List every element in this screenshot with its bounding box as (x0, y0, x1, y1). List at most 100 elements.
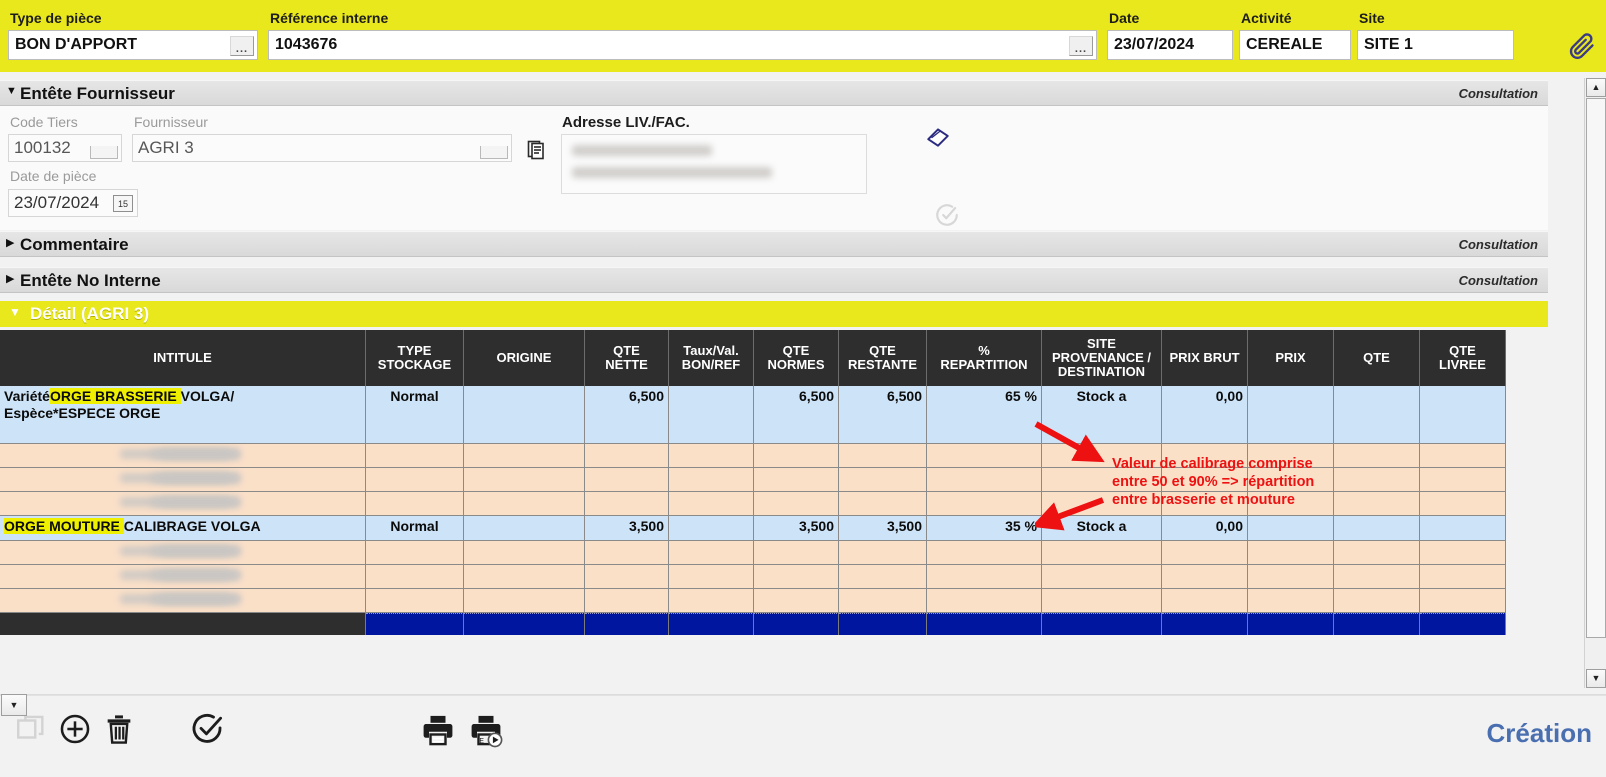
grid-cell-site_provenance[interactable] (1042, 468, 1162, 492)
grid-cell-qte_normes[interactable] (754, 541, 839, 565)
table-row[interactable] (0, 468, 1506, 492)
grid-cell-qte_restante[interactable] (839, 468, 927, 492)
grid-cell-origine[interactable] (464, 444, 585, 468)
grid-cell-qte_restante[interactable] (839, 565, 927, 589)
grid-column-header-qte_livree[interactable]: QTE LIVREE (1420, 330, 1506, 386)
copy-pages-icon[interactable] (526, 138, 550, 162)
grid-cell-qte_restante[interactable] (839, 492, 927, 516)
grid-cell-pct_repartition[interactable] (927, 444, 1042, 468)
grid-cell-qte_normes[interactable] (754, 589, 839, 613)
grid-cell-qte_livree[interactable] (1420, 468, 1506, 492)
grid-cell-qte_nette[interactable] (585, 541, 669, 565)
grid-cell-intitule[interactable] (0, 565, 366, 589)
table-row[interactable] (0, 565, 1506, 589)
grid-cell-prix_brut[interactable] (1162, 589, 1248, 613)
grid-cell-qte_livree[interactable] (1420, 541, 1506, 565)
grid-cell-qte_normes[interactable]: 3,500 (754, 516, 839, 541)
grid-cell-intitule[interactable]: VariétéORGE BRASSERIE VOLGA/Espèce*ESPEC… (0, 386, 366, 444)
grid-cell-qte_livree[interactable] (1420, 565, 1506, 589)
grid-cell-site_provenance[interactable]: Stock a (1042, 516, 1162, 541)
grid-cell-prix_brut[interactable] (1162, 468, 1248, 492)
grid-cell-intitule[interactable]: ORGE MOUTURE CALIBRAGE VOLGA (0, 516, 366, 541)
grid-cell-qte_livree[interactable] (1420, 444, 1506, 468)
grid-cell-intitule[interactable] (0, 492, 366, 516)
grid-column-header-pct_repartition[interactable]: % REPARTITION (927, 330, 1042, 386)
printer-play-icon[interactable]: E (468, 712, 504, 753)
code-tiers-input[interactable]: 100132 (8, 134, 122, 162)
site-input[interactable]: SITE 1 (1357, 30, 1514, 60)
section-header-entete-no-interne[interactable]: ▶ Entête No Interne Consultation (0, 267, 1548, 293)
grid-cell-prix[interactable] (1248, 386, 1334, 444)
grid-cell-pct_repartition[interactable] (927, 468, 1042, 492)
grid-column-header-site_provenance[interactable]: SITE PROVENANCE / DESTINATION (1042, 330, 1162, 386)
date-de-piece-input[interactable]: 23/07/2024 15 (8, 189, 138, 217)
grid-cell-pct_repartition[interactable] (927, 565, 1042, 589)
grid-cell-qte_normes[interactable] (754, 468, 839, 492)
grid-cell-intitule[interactable] (0, 541, 366, 565)
grid-cell-qte_nette[interactable] (585, 589, 669, 613)
grid-cell-qte_normes[interactable] (754, 565, 839, 589)
grid-cell-pct_repartition[interactable]: 65 % (927, 386, 1042, 444)
grid-cell-qte_restante[interactable]: 6,500 (839, 386, 927, 444)
fournisseur-input[interactable]: AGRI 3 (132, 134, 512, 162)
grid-cell-taux_val[interactable] (669, 541, 754, 565)
fournisseur-dropdown-button[interactable] (480, 146, 508, 159)
grid-cell-qte[interactable] (1334, 492, 1420, 516)
grid-cell-prix_brut[interactable]: 0,00 (1162, 386, 1248, 444)
type-de-piece-input[interactable]: BON D'APPORT ... (8, 30, 258, 60)
grid-cell-pct_repartition[interactable] (927, 492, 1042, 516)
grid-cell-qte_nette[interactable]: 6,500 (585, 386, 669, 444)
grid-cell-qte_livree[interactable] (1420, 386, 1506, 444)
grid-cell-site_provenance[interactable] (1042, 541, 1162, 565)
grid-cell-intitule[interactable] (0, 444, 366, 468)
grid-cell-qte_livree[interactable] (1420, 492, 1506, 516)
grid-cell-qte_normes[interactable] (754, 492, 839, 516)
copy-icon[interactable] (14, 712, 48, 751)
reference-interne-input[interactable]: 1043676 ... (268, 30, 1097, 60)
grid-cell-taux_val[interactable] (669, 444, 754, 468)
grid-cell-taux_val[interactable] (669, 589, 754, 613)
grid-cell-qte_restante[interactable] (839, 589, 927, 613)
grid-cell-intitule[interactable] (0, 468, 366, 492)
grid-cell-qte[interactable] (1334, 444, 1420, 468)
grid-column-header-intitule[interactable]: INTITULE (0, 330, 366, 386)
grid-cell-qte_normes[interactable]: 6,500 (754, 386, 839, 444)
grid-cell-qte[interactable] (1334, 468, 1420, 492)
grid-cell-prix[interactable] (1248, 589, 1334, 613)
grid-cell-qte_nette[interactable] (585, 444, 669, 468)
grid-cell-qte_livree[interactable] (1420, 516, 1506, 541)
grid-cell-type_stockage[interactable] (366, 444, 464, 468)
table-row[interactable]: VariétéORGE BRASSERIE VOLGA/Espèce*ESPEC… (0, 386, 1506, 444)
grid-column-header-qte_restante[interactable]: QTE RESTANTE (839, 330, 927, 386)
grid-cell-site_provenance[interactable] (1042, 565, 1162, 589)
grid-column-header-qte_normes[interactable]: QTE NORMES (754, 330, 839, 386)
table-row[interactable] (0, 444, 1506, 468)
grid-cell-origine[interactable] (464, 492, 585, 516)
grid-cell-prix[interactable] (1248, 468, 1334, 492)
scroll-up-button[interactable]: ▲ (1586, 78, 1606, 97)
grid-cell-origine[interactable] (464, 386, 585, 444)
grid-cell-qte[interactable] (1334, 386, 1420, 444)
date-input[interactable]: 23/07/2024 (1107, 30, 1233, 60)
table-row[interactable] (0, 589, 1506, 613)
grid-cell-qte[interactable] (1334, 565, 1420, 589)
grid-cell-taux_val[interactable] (669, 565, 754, 589)
grid-column-header-qte[interactable]: QTE (1334, 330, 1420, 386)
grid-cell-origine[interactable] (464, 589, 585, 613)
grid-cell-qte_livree[interactable] (1420, 589, 1506, 613)
grid-cell-pct_repartition[interactable]: 35 % (927, 516, 1042, 541)
grid-cell-type_stockage[interactable] (366, 589, 464, 613)
grid-cell-qte_nette[interactable] (585, 468, 669, 492)
grid-column-header-prix_brut[interactable]: PRIX BRUT (1162, 330, 1248, 386)
calendar-picker-button[interactable]: 15 (113, 195, 133, 212)
section-header-detail[interactable]: ▼ Détail (AGRI 3) (0, 301, 1548, 327)
grid-column-header-type_stockage[interactable]: TYPE STOCKAGE (366, 330, 464, 386)
grid-cell-origine[interactable] (464, 516, 585, 541)
grid-cell-type_stockage[interactable]: Normal (366, 386, 464, 444)
grid-cell-qte_normes[interactable] (754, 444, 839, 468)
section-header-commentaire[interactable]: ▶ Commentaire Consultation (0, 231, 1548, 257)
grid-cell-origine[interactable] (464, 541, 585, 565)
grid-cell-site_provenance[interactable] (1042, 492, 1162, 516)
section-header-entete-fournisseur[interactable]: ▼ Entête Fournisseur Consultation (0, 80, 1548, 106)
grid-cell-qte_nette[interactable] (585, 565, 669, 589)
